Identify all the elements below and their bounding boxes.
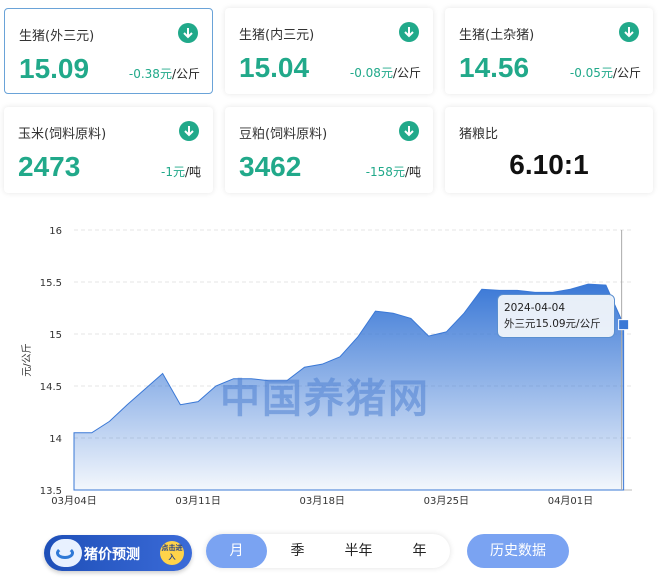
price-forecast-button[interactable]: 猪价预测 点击进入 [44,535,192,571]
price-card-pig-inner[interactable]: 生猪(内三元) 15.04 -0.08元/公斤 [225,8,433,94]
history-data-button[interactable]: 历史数据 [467,534,569,568]
y-tick-label: 14.5 [40,382,62,393]
card-change: -0.08元/公斤 [349,66,421,80]
card-price: 3462 [239,151,302,182]
price-card-pig-outer[interactable]: 生猪(外三元) 15.09 -0.38元/公斤 [4,8,213,94]
down-arrow-icon [399,121,419,141]
card-change: -158元/吨 [365,165,421,179]
x-tick-label: 03月11日 [175,495,220,507]
y-tick-label: 14 [49,434,62,445]
down-arrow-icon [619,22,639,42]
card-price: 15.09 [19,53,90,84]
price-card-corn[interactable]: 玉米(饲料原料) 2473 -1元/吨 [4,107,213,193]
card-change: -1元/吨 [160,165,201,179]
x-tick-label: 04月01日 [548,495,593,507]
card-title: 生猪(外三元) [19,29,95,44]
card-title: 猪粮比 [459,127,499,142]
period-selector: 月 季 半年 年 [206,534,450,568]
y-axis-label: 元/公斤 [21,343,33,376]
watermark: 中国养猪网 [220,376,430,422]
card-title: 豆粕(饲料原料) [239,127,328,142]
pig-grain-ratio-card: 猪粮比 6.10:1 [445,107,653,193]
price-card-soybean-meal[interactable]: 豆粕(饲料原料) 3462 -158元/吨 [225,107,433,193]
period-quarter[interactable]: 季 [267,534,328,568]
period-month[interactable]: 月 [206,534,267,568]
card-title: 生猪(土杂猪) [459,28,535,43]
down-arrow-icon [178,23,198,43]
y-tick-label: 16 [49,226,62,237]
y-tick-label: 15 [49,330,62,341]
down-arrow-icon [399,22,419,42]
card-price: 2473 [18,151,81,182]
period-half-year[interactable]: 半年 [328,534,389,568]
card-title: 生猪(内三元) [239,28,315,43]
forecast-label: 猪价预测 [84,547,140,563]
price-card-pig-local[interactable]: 生猪(土杂猪) 14.56 -0.05元/公斤 [445,8,653,94]
down-arrow-icon [179,121,199,141]
enter-badge: 点击进入 [160,541,184,565]
card-change: -0.05元/公斤 [569,66,641,80]
ratio-value: 6.10:1 [509,149,589,180]
card-price: 15.04 [239,52,310,83]
chart-tooltip: 2024-04-04 外三元15.09元/公斤 [497,294,615,338]
cloud-icon [50,539,82,567]
card-title: 玉米(饲料原料) [18,127,107,142]
x-tick-label: 03月25日 [424,495,469,507]
tooltip-value: 外三元15.09元/公斤 [504,318,601,330]
hover-point-marker [618,319,630,331]
x-tick-label: 03月18日 [299,495,344,507]
period-year[interactable]: 年 [389,534,450,568]
tooltip-date: 2024-04-04 [504,302,566,314]
card-price: 14.56 [459,52,530,83]
card-change: -0.38元/公斤 [128,67,200,81]
y-tick-label: 15.5 [40,278,62,289]
x-tick-label: 03月04日 [51,495,96,507]
